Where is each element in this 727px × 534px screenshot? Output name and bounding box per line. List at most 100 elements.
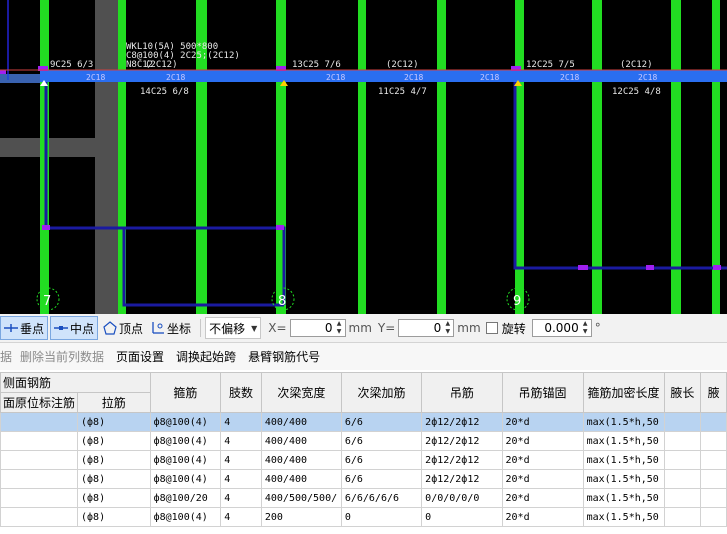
y-offset-spinner[interactable]: ▲ ▼ xyxy=(443,320,452,336)
cell-legs[interactable]: 4 xyxy=(220,488,262,508)
slab-outline[interactable] xyxy=(513,82,727,270)
cell-legs[interactable]: 4 xyxy=(220,412,262,432)
cell-haunch-length[interactable] xyxy=(663,412,702,432)
rebar-label[interactable]: 9C25 6/3 xyxy=(50,60,93,70)
column-header-tie-bar[interactable]: 拉筋 xyxy=(77,392,151,413)
table-row[interactable]: (ф8) ф8@100(4) 4 400/400 6/6 2ф12/2ф12 20*d max… xyxy=(0,431,727,451)
cell-haunch-height[interactable] xyxy=(700,469,727,489)
cell-side-in-situ-rebar[interactable] xyxy=(0,488,79,508)
offset-mode-select[interactable]: 不偏移 ▼ xyxy=(205,317,262,339)
x-offset-spinner[interactable]: ▲ ▼ xyxy=(335,320,344,336)
cell-legs[interactable]: 4 xyxy=(220,431,262,451)
cell-hanger-anchorage[interactable]: 20*d xyxy=(501,469,584,489)
cell-haunch-length[interactable] xyxy=(663,469,702,489)
column-header-secondary-beam-add-rebar[interactable]: 次梁加筋 xyxy=(340,372,423,413)
cell-secondary-beam-width[interactable]: 200 xyxy=(260,507,342,527)
cell-stirrup-densify-length[interactable]: max(1.5*h,50 xyxy=(582,412,665,432)
column-header-haunch-height[interactable]: 腋 xyxy=(700,372,727,413)
cell-hanger-anchorage[interactable]: 20*d xyxy=(501,431,584,451)
cell-legs[interactable]: 4 xyxy=(220,469,262,489)
cell-tie-bar[interactable]: (ф8) xyxy=(77,412,151,432)
cad-drawing-canvas[interactable]: 9C25 6/3 WKL10(5A) 500*800 C8@100(4) 2C2… xyxy=(0,0,727,314)
cell-tie-bar[interactable]: (ф8) xyxy=(77,431,151,451)
column-header-stirrup-densify-length[interactable]: 箍筋加密长度 xyxy=(582,372,665,413)
cell-stirrup-densify-length[interactable]: max(1.5*h,50 xyxy=(582,431,665,451)
perpendicular-snap-button[interactable]: 垂点 xyxy=(0,316,49,340)
column-header-legs[interactable]: 肢数 xyxy=(220,372,262,413)
cell-side-in-situ-rebar[interactable] xyxy=(0,431,79,451)
rebar-label[interactable]: 12C25 7/5 xyxy=(526,60,575,70)
cell-secondary-beam-add-rebar[interactable]: 0 xyxy=(340,507,423,527)
rotate-angle-input[interactable]: 0.000 ▲ ▼ xyxy=(531,319,592,337)
delete-column-data-button[interactable]: 删除当前列数据 xyxy=(20,348,104,365)
rotate-angle-spinner[interactable]: ▲ ▼ xyxy=(581,320,590,336)
table-row[interactable]: (ф8) ф8@100(4) 4 200 0 0 20*d max(1.5*h,50 xyxy=(0,507,727,527)
column[interactable] xyxy=(358,0,366,314)
cantilever-rebar-code-button[interactable]: 悬臂钢筋代号 xyxy=(248,348,320,365)
cell-haunch-height[interactable] xyxy=(700,488,727,508)
cell-hanger[interactable]: 2ф12/2ф12 xyxy=(421,431,503,451)
cell-stirrup[interactable]: ф8@100(4) xyxy=(149,469,222,489)
wall-vertical[interactable] xyxy=(95,0,122,314)
cell-legs[interactable]: 4 xyxy=(220,450,262,470)
cell-haunch-length[interactable] xyxy=(663,507,702,527)
cell-haunch-length[interactable] xyxy=(663,450,702,470)
column-header-secondary-beam-width[interactable]: 次梁宽度 xyxy=(260,372,342,413)
cell-hanger-anchorage[interactable]: 20*d xyxy=(501,450,584,470)
rebar-label[interactable]: 12C25 4/8 xyxy=(612,87,661,97)
cell-haunch-height[interactable] xyxy=(700,450,727,470)
cell-side-in-situ-rebar[interactable] xyxy=(0,412,79,432)
rebar-label[interactable]: (2C12) xyxy=(620,60,653,70)
cell-stirrup-densify-length[interactable]: max(1.5*h,50 xyxy=(582,507,665,527)
cell-hanger-anchorage[interactable]: 20*d xyxy=(501,412,584,432)
spin-down-icon[interactable]: ▼ xyxy=(335,328,344,336)
cell-secondary-beam-add-rebar[interactable]: 6/6 xyxy=(340,431,423,451)
cell-stirrup[interactable]: ф8@100/20 xyxy=(149,488,222,508)
cell-tie-bar[interactable]: (ф8) xyxy=(77,507,151,527)
page-setup-button[interactable]: 页面设置 xyxy=(116,348,164,365)
beam-wkl10[interactable] xyxy=(40,70,727,82)
cell-tie-bar[interactable]: (ф8) xyxy=(77,469,151,489)
beam-left-part[interactable] xyxy=(0,74,40,83)
cell-hanger[interactable]: 2ф12/2ф12 xyxy=(421,469,503,489)
cell-legs[interactable]: 4 xyxy=(220,507,262,527)
side-rebar-group-header[interactable]: 侧面钢筋 xyxy=(0,372,151,393)
rotate-checkbox[interactable] xyxy=(485,322,498,334)
cell-side-in-situ-rebar[interactable] xyxy=(0,507,79,527)
cell-secondary-beam-add-rebar[interactable]: 6/6 xyxy=(340,469,423,489)
swap-start-span-button[interactable]: 调换起始跨 xyxy=(176,348,236,365)
spin-up-icon[interactable]: ▲ xyxy=(335,320,344,328)
slab-outline[interactable] xyxy=(44,82,286,305)
menu-item-partial[interactable]: 据 xyxy=(0,348,12,365)
cell-hanger[interactable]: 2ф12/2ф12 xyxy=(421,450,503,470)
spin-down-icon[interactable]: ▼ xyxy=(443,328,452,336)
vertex-snap-button[interactable]: 顶点 xyxy=(100,317,146,339)
cell-secondary-beam-width[interactable]: 400/400 xyxy=(260,412,342,432)
cell-stirrup-densify-length[interactable]: max(1.5*h,50 xyxy=(582,450,665,470)
table-row[interactable]: (ф8) ф8@100/20 4 400/500/500/6/6/6/6/6 0/0/0… xyxy=(0,488,727,508)
column[interactable] xyxy=(437,0,446,314)
cell-haunch-height[interactable] xyxy=(700,507,727,527)
cell-hanger[interactable]: 0 xyxy=(421,507,503,527)
cell-hanger[interactable]: 2ф12/2ф12 xyxy=(421,412,503,432)
cad-drawing[interactable]: 9C25 6/3 WKL10(5A) 500*800 C8@100(4) 2C2… xyxy=(0,0,727,314)
spin-up-icon[interactable]: ▲ xyxy=(581,320,590,328)
cell-hanger-anchorage[interactable]: 20*d xyxy=(501,488,584,508)
column-header-hanger[interactable]: 吊筋 xyxy=(421,372,503,413)
column-header-hanger-anchorage[interactable]: 吊筋锚固 xyxy=(501,372,584,413)
rebar-label[interactable]: (2C12) xyxy=(386,60,419,70)
cell-stirrup[interactable]: ф8@100(4) xyxy=(149,450,222,470)
table-row[interactable]: (ф8) ф8@100(4) 4 400/400 6/6 2ф12/2ф12 20*d max… xyxy=(0,450,727,470)
rebar-label[interactable]: 14C25 6/8 xyxy=(140,87,189,97)
cell-secondary-beam-width[interactable]: 400/400 xyxy=(260,431,342,451)
cell-secondary-beam-add-rebar[interactable]: 6/6 xyxy=(340,412,423,432)
rebar-label[interactable]: 11C25 4/7 xyxy=(378,87,427,97)
cell-tie-bar[interactable]: (ф8) xyxy=(77,488,151,508)
y-offset-input[interactable]: 0 ▲ ▼ xyxy=(398,319,455,337)
beam-rebar-table[interactable]: 侧面钢筋 箍筋 肢数 次梁宽度 次梁加筋 吊筋 吊筋锚固 箍筋加密长度 腋长 腋… xyxy=(0,372,727,534)
cell-side-in-situ-rebar[interactable] xyxy=(0,450,79,470)
column-header-side-in-situ-rebar[interactable]: 面原位标注筋 xyxy=(0,392,79,413)
cell-haunch-height[interactable] xyxy=(700,412,727,432)
cell-stirrup-densify-length[interactable]: max(1.5*h,50 xyxy=(582,469,665,489)
cell-stirrup[interactable]: ф8@100(4) xyxy=(149,507,222,527)
